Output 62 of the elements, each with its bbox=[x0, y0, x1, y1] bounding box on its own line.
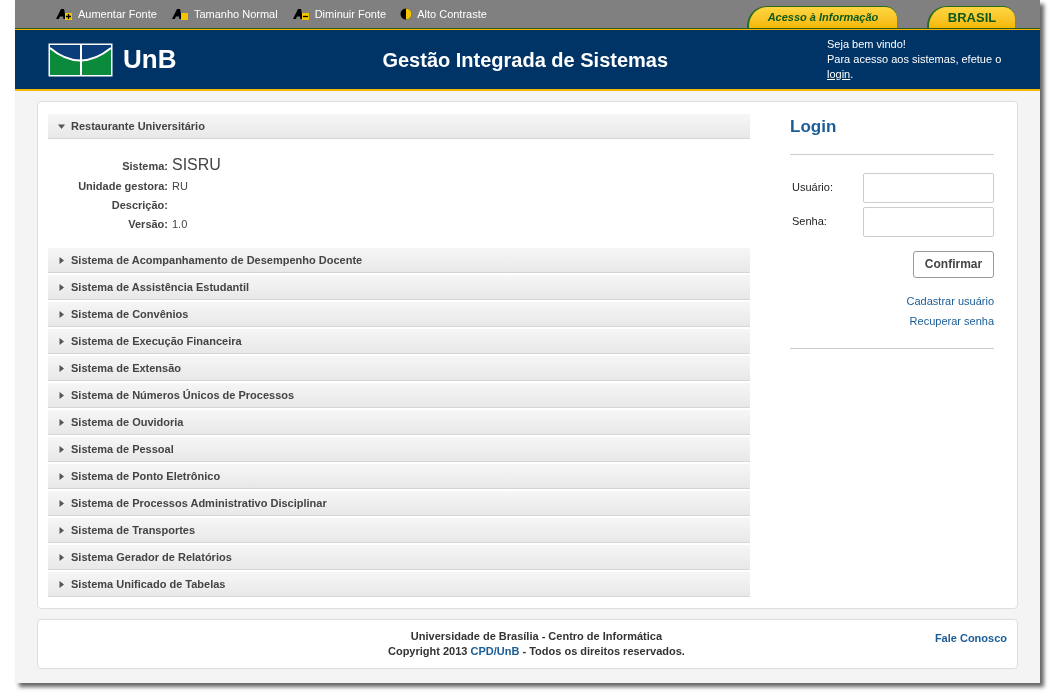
caret-right-icon bbox=[58, 580, 65, 588]
caret-right-icon bbox=[58, 445, 65, 453]
login-prompt-text: Para acesso aos sistemas, efetue o login. bbox=[827, 52, 1003, 82]
footer-text: Universidade de Brasília - Centro de Informática bbox=[410, 629, 663, 644]
unb-logo-icon bbox=[48, 42, 113, 77]
contact-link[interactable]: Fale Conosco bbox=[934, 630, 1007, 647]
caret-right-icon bbox=[58, 310, 65, 318]
caret-right-icon bbox=[58, 391, 65, 399]
caret-right-icon bbox=[58, 553, 65, 561]
login-link[interactable]: Cadastrar usuário bbox=[906, 292, 994, 309]
welcome-text: Seja bem vindo! bbox=[827, 37, 907, 52]
detail-label: Sistema: bbox=[121, 159, 168, 174]
caret-right-icon bbox=[58, 364, 65, 372]
system-accordion-header[interactable]: Restaurante Universitário bbox=[48, 114, 750, 139]
logo-text: UnB bbox=[123, 43, 177, 76]
login-link[interactable]: Recuperar senha bbox=[909, 313, 994, 330]
government-tab[interactable]: Acesso à Informação bbox=[747, 6, 897, 28]
accessibility-link[interactable]: Alto Contraste bbox=[400, 5, 487, 23]
page-title: Gestão Integrada de Sistemas bbox=[382, 47, 669, 73]
system-accordion-header[interactable]: Sistema de Processos Administrativo Disciplinar bbox=[48, 491, 750, 516]
field-label: Senha: bbox=[791, 214, 827, 230]
detail-value: 1.0 bbox=[172, 217, 189, 232]
system-accordion-header[interactable]: Sistema de Convênios bbox=[48, 302, 750, 327]
login-title: Login bbox=[790, 114, 994, 155]
font-increase-icon bbox=[55, 8, 73, 20]
caret-right-icon bbox=[58, 283, 65, 291]
government-tab[interactable]: BRASIL bbox=[927, 6, 1015, 28]
caret-right-icon bbox=[58, 499, 65, 507]
system-accordion-header[interactable]: Sistema de Acompanhamento de Desempenho Docente bbox=[48, 248, 750, 273]
detail-label: Unidade gestora: bbox=[77, 179, 168, 194]
copyright-text: Copyright 2013 CPD/UnB - Todos os direitos reservados. bbox=[388, 644, 685, 659]
login-input-field[interactable] bbox=[863, 172, 994, 203]
font-decrease-icon bbox=[291, 8, 310, 20]
login-input-field[interactable] bbox=[863, 206, 994, 237]
system-accordion-header[interactable]: Sistema de Extensão bbox=[48, 356, 750, 381]
system-accordion-header[interactable]: Sistema Gerador de Relatórios bbox=[48, 545, 750, 570]
accessibility-link[interactable]: Aumentar Fonte bbox=[55, 5, 157, 23]
caret-right-icon bbox=[58, 256, 65, 264]
system-accordion-header[interactable]: Sistema de Assistência Estudantil bbox=[48, 275, 750, 300]
detail-value: RU bbox=[172, 179, 189, 194]
field-label: Usuário: bbox=[791, 180, 833, 196]
system-accordion-header[interactable]: Sistema de Pessoal bbox=[48, 437, 750, 462]
system-accordion-header[interactable]: Sistema de Execução Financeira bbox=[48, 329, 750, 354]
cpd-link[interactable]: CPD/UnB bbox=[470, 645, 520, 657]
caret-right-icon bbox=[58, 472, 65, 480]
system-accordion-header[interactable]: Sistema Unificado de Tabelas bbox=[48, 572, 750, 597]
accessibility-link[interactable]: Tamanho Normal bbox=[170, 5, 278, 23]
accessibility-link[interactable]: Diminuir Fonte bbox=[291, 5, 387, 23]
caret-down-icon bbox=[58, 122, 65, 130]
system-accordion-header[interactable]: Sistema de Números Únicos de Processos bbox=[48, 383, 750, 408]
caret-right-icon bbox=[58, 418, 65, 426]
font-size-icon bbox=[170, 8, 189, 20]
caret-right-icon bbox=[58, 337, 65, 345]
caret-right-icon bbox=[58, 526, 65, 534]
detail-label: Versão: bbox=[127, 217, 168, 232]
detail-label: Descrição: bbox=[110, 198, 168, 213]
system-accordion-header[interactable]: Sistema de Ponto Eletrônico bbox=[48, 464, 750, 489]
contrast-icon bbox=[400, 8, 413, 20]
detail-value: SISRU bbox=[172, 155, 222, 175]
system-accordion-header[interactable]: Sistema de Transportes bbox=[48, 518, 750, 543]
system-accordion-header[interactable]: Sistema de Ouvidoria bbox=[48, 410, 750, 435]
confirm-button[interactable]: Confirmar bbox=[913, 250, 994, 278]
